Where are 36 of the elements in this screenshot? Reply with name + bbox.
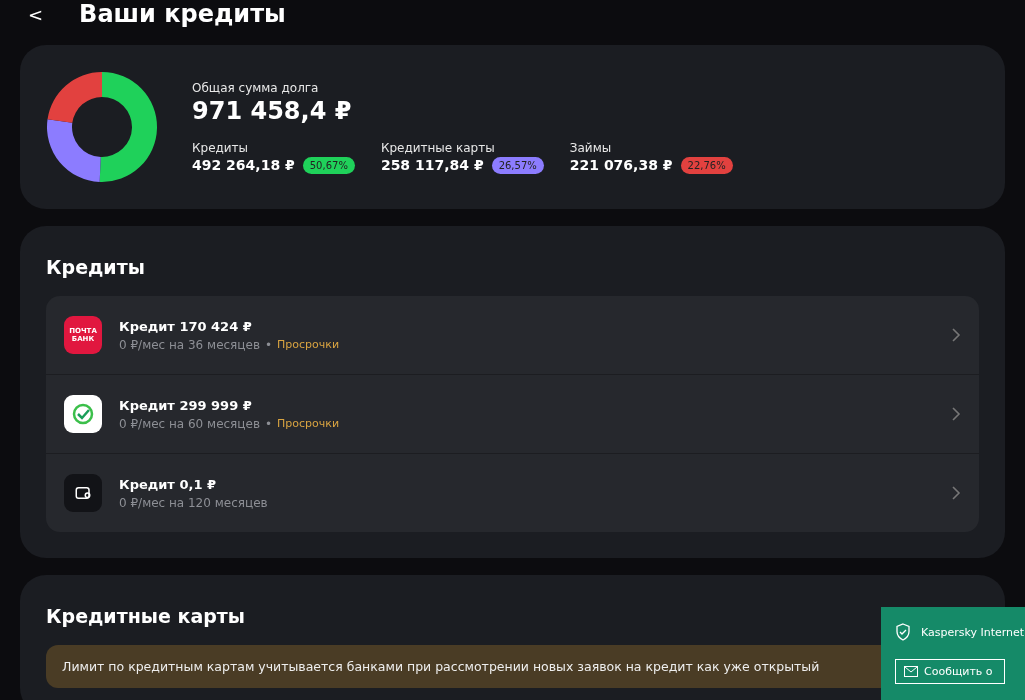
section-title: Кредиты (46, 256, 146, 278)
check-logo-icon (64, 395, 102, 433)
credit-row[interactable]: Кредит 299 999 ₽ 0 ₽/мес на 60 месяцев • Просрочки (46, 374, 979, 453)
popup-title: Kaspersky Internet (921, 625, 1025, 639)
category-label: Кредиты (192, 140, 250, 155)
chevron-right-icon (951, 406, 961, 422)
separator-dot: • (264, 337, 273, 352)
credit-terms: 0 ₽/мес на 60 месяцев (119, 416, 260, 431)
report-button[interactable]: Сообщить о (895, 659, 1005, 684)
chevron-right-icon (951, 485, 961, 501)
percent-badge: 26,57% (491, 156, 544, 174)
credit-title: Кредит 0,1 ₽ (119, 476, 218, 492)
separator-dot: • (264, 416, 273, 431)
chevron-right-icon (951, 327, 961, 343)
total-amount: 971 458,4 ₽ (192, 96, 353, 125)
total-label: Общая сумма долга (192, 80, 320, 95)
percent-badge: 50,67% (302, 156, 355, 174)
section-title: Кредитные карты (46, 605, 246, 627)
shield-icon (895, 623, 911, 641)
back-button[interactable]: < (24, 3, 48, 25)
credit-title: Кредит 299 999 ₽ (119, 397, 253, 413)
category-amount: 492 264,18 ₽ (192, 157, 295, 173)
category-label: Займы (569, 140, 613, 155)
overdue-label: Просрочки (277, 338, 340, 351)
credit-title: Кредит 170 424 ₽ (119, 318, 253, 334)
credit-row[interactable]: Кредит 0,1 ₽ 0 ₽/мес на 120 месяцев (46, 453, 979, 532)
wallet-icon (64, 474, 102, 512)
percent-badge: 22,76% (680, 156, 733, 174)
category-amount: 258 117,84 ₽ (380, 157, 484, 173)
mail-icon (904, 666, 918, 677)
category-amount: 221 076,38 ₽ (569, 157, 673, 173)
overdue-label: Просрочки (277, 417, 340, 430)
category-label: Кредитные карты (380, 140, 496, 155)
credit-terms: 0 ₽/мес на 120 месяцев (119, 495, 268, 510)
page-title: Ваши кредиты (79, 0, 286, 28)
credit-terms: 0 ₽/мес на 36 месяцев (119, 337, 260, 352)
